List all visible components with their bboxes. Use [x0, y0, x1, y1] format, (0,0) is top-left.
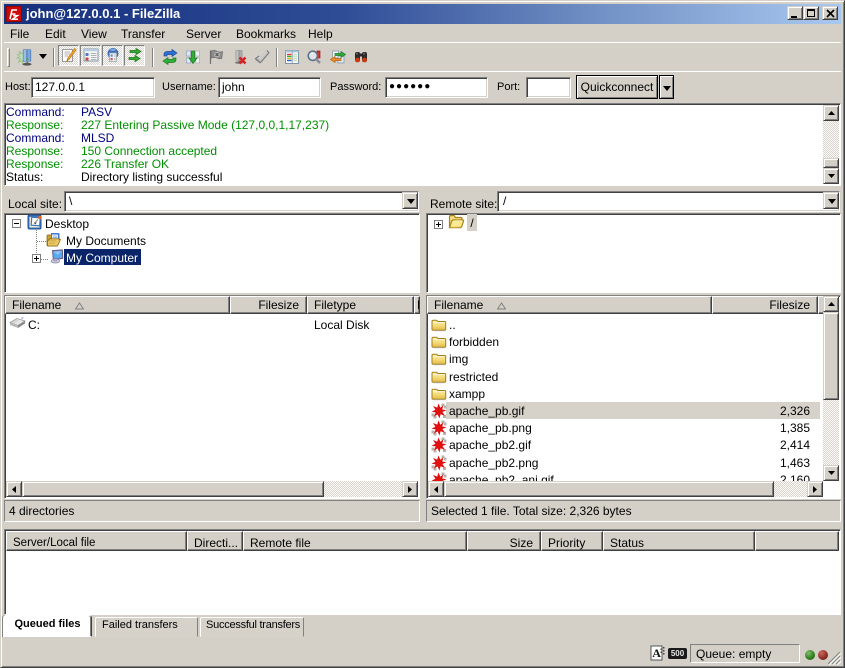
svg-text:A: A [652, 646, 661, 660]
